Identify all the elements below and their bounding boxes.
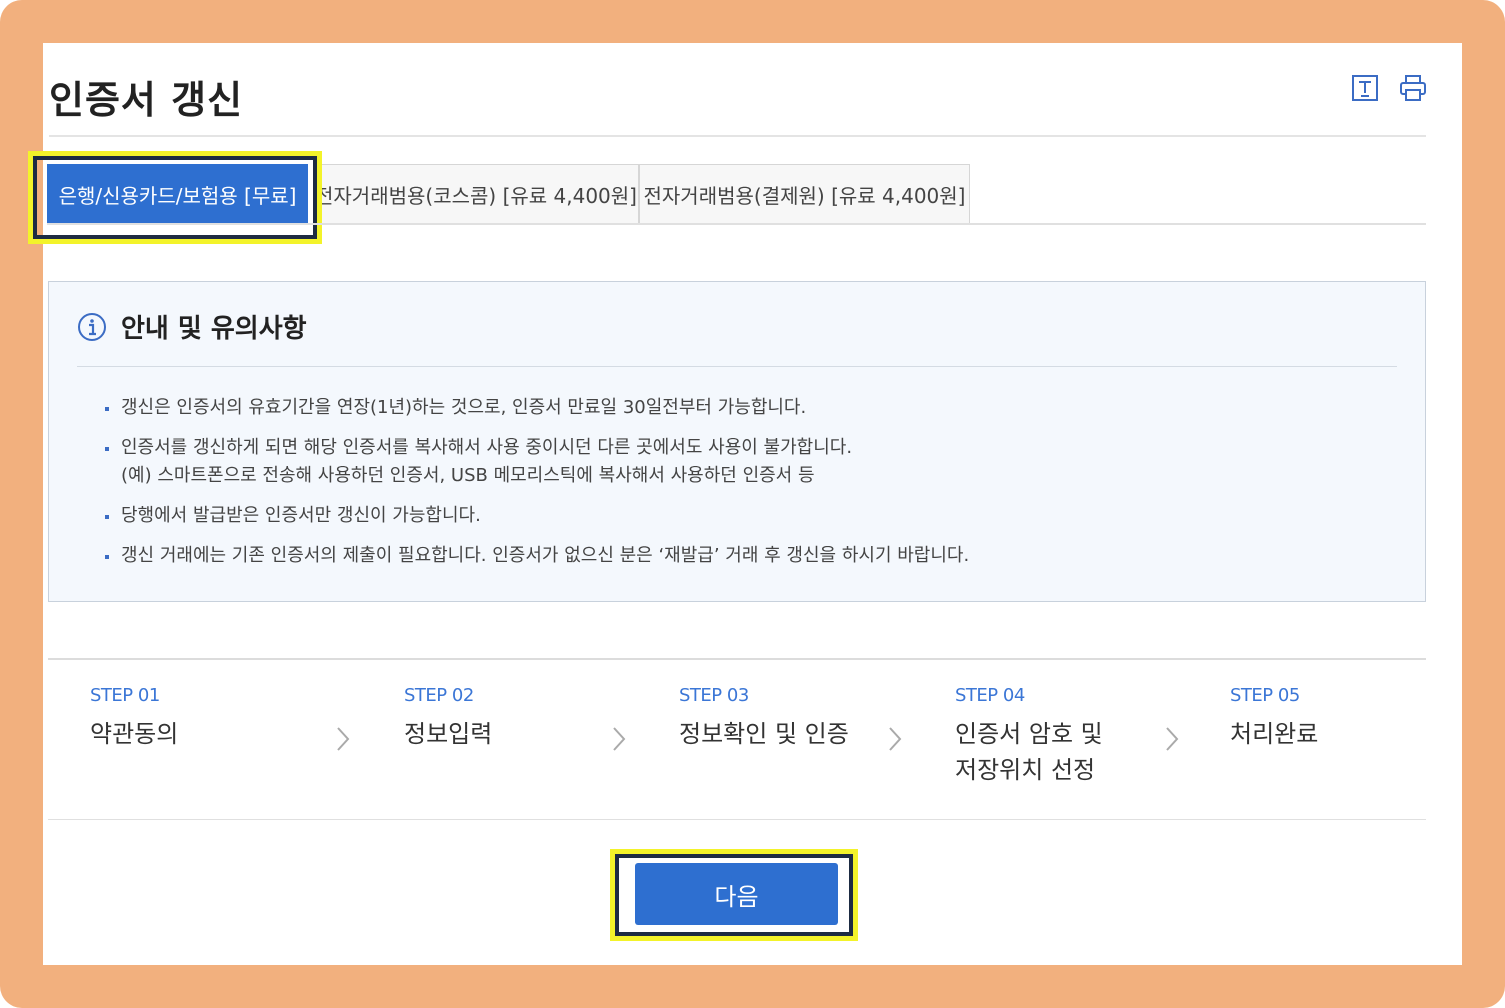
step-3: STEP 03 정보확인 및 인증 (679, 685, 849, 752)
notice-item-text: 갱신은 인증서의 유효기간을 연장(1년)하는 것으로, 인증서 만료일 30일… (121, 397, 807, 418)
tab-ecommerce-kftc[interactable]: 전자거래범용(결제원) [유료 4,400원] (639, 164, 970, 224)
chevron-right-icon (1166, 727, 1179, 751)
notice-header: 안내 및 유의사항 (77, 308, 307, 345)
notice-item-text: 당행에서 발급받은 인증서만 갱신이 가능합니다. (121, 505, 481, 526)
step-1: STEP 01 약관동의 (90, 685, 178, 752)
notice-item-example: (예) 스마트폰으로 전송해 사용하던 인증서, USB 메모리스틱에 복사해서… (121, 465, 815, 486)
steps-bottom-divider (48, 819, 1426, 820)
page-title: 인증서 갱신 (49, 78, 244, 122)
step-number: STEP 04 (955, 685, 1025, 706)
next-button[interactable]: 다음 (635, 863, 838, 925)
notice-item: 갱신 거래에는 기존 인증서의 제출이 필요합니다. 인증서가 없으신 분은 ‘… (105, 542, 1385, 570)
notice-item: 인증서를 갱신하게 되면 해당 인증서를 복사해서 사용 중이시던 다른 곳에서… (105, 434, 1385, 490)
notice-item-text: 인증서를 갱신하게 되면 해당 인증서를 복사해서 사용 중이시던 다른 곳에서… (121, 437, 853, 458)
notice-box: 안내 및 유의사항 갱신은 인증서의 유효기간을 연장(1년)하는 것으로, 인… (48, 281, 1426, 602)
notice-title: 안내 및 유의사항 (121, 314, 307, 344)
step-label: 정보확인 및 인증 (679, 720, 849, 748)
step-label: 인증서 암호 및 저장위치 선정 (955, 720, 1103, 784)
chevron-right-icon (613, 727, 626, 751)
chevron-right-icon (337, 727, 350, 751)
step-number: STEP 05 (1230, 685, 1300, 706)
step-number: STEP 01 (90, 685, 160, 706)
tab-ecommerce-koscom[interactable]: 전자거래범용(코스콤) [유료 4,400원] (313, 164, 639, 224)
info-icon (78, 312, 106, 341)
tab-bank-card-insurance[interactable]: 은행/신용카드/보험용 [무료] (47, 164, 308, 224)
title-divider (49, 135, 1426, 137)
step-4: STEP 04 인증서 암호 및 저장위치 선정 (955, 685, 1125, 788)
step-label: 약관동의 (90, 720, 179, 748)
step-label: 처리완료 (1230, 720, 1319, 748)
step-number: STEP 03 (679, 685, 749, 706)
step-number: STEP 02 (404, 685, 474, 706)
step-label: 정보입력 (404, 720, 493, 748)
notice-item-text: 갱신 거래에는 기존 인증서의 제출이 필요합니다. 인증서가 없으신 분은 ‘… (121, 545, 970, 566)
print-icon[interactable] (1398, 73, 1428, 103)
chevron-right-icon (889, 727, 902, 751)
tabs-divider (47, 223, 1426, 225)
notice-item: 갱신은 인증서의 유효기간을 연장(1년)하는 것으로, 인증서 만료일 30일… (105, 394, 1385, 422)
font-size-icon[interactable] (1350, 73, 1380, 103)
main-panel: 인증서 갱신 은행/신용카드/보험용 [무료] 전자거래범용(코스콤) [유료 … (28, 43, 1462, 965)
notice-item: 당행에서 발급받은 인증서만 갱신이 가능합니다. (105, 502, 1385, 530)
steps-top-divider (48, 658, 1426, 660)
step-2: STEP 02 정보입력 (404, 685, 492, 752)
page-tools (1350, 73, 1428, 103)
notice-list: 갱신은 인증서의 유효기간을 연장(1년)하는 것으로, 인증서 만료일 30일… (105, 394, 1385, 582)
step-5: STEP 05 처리완료 (1230, 685, 1318, 752)
notice-divider (77, 366, 1397, 367)
